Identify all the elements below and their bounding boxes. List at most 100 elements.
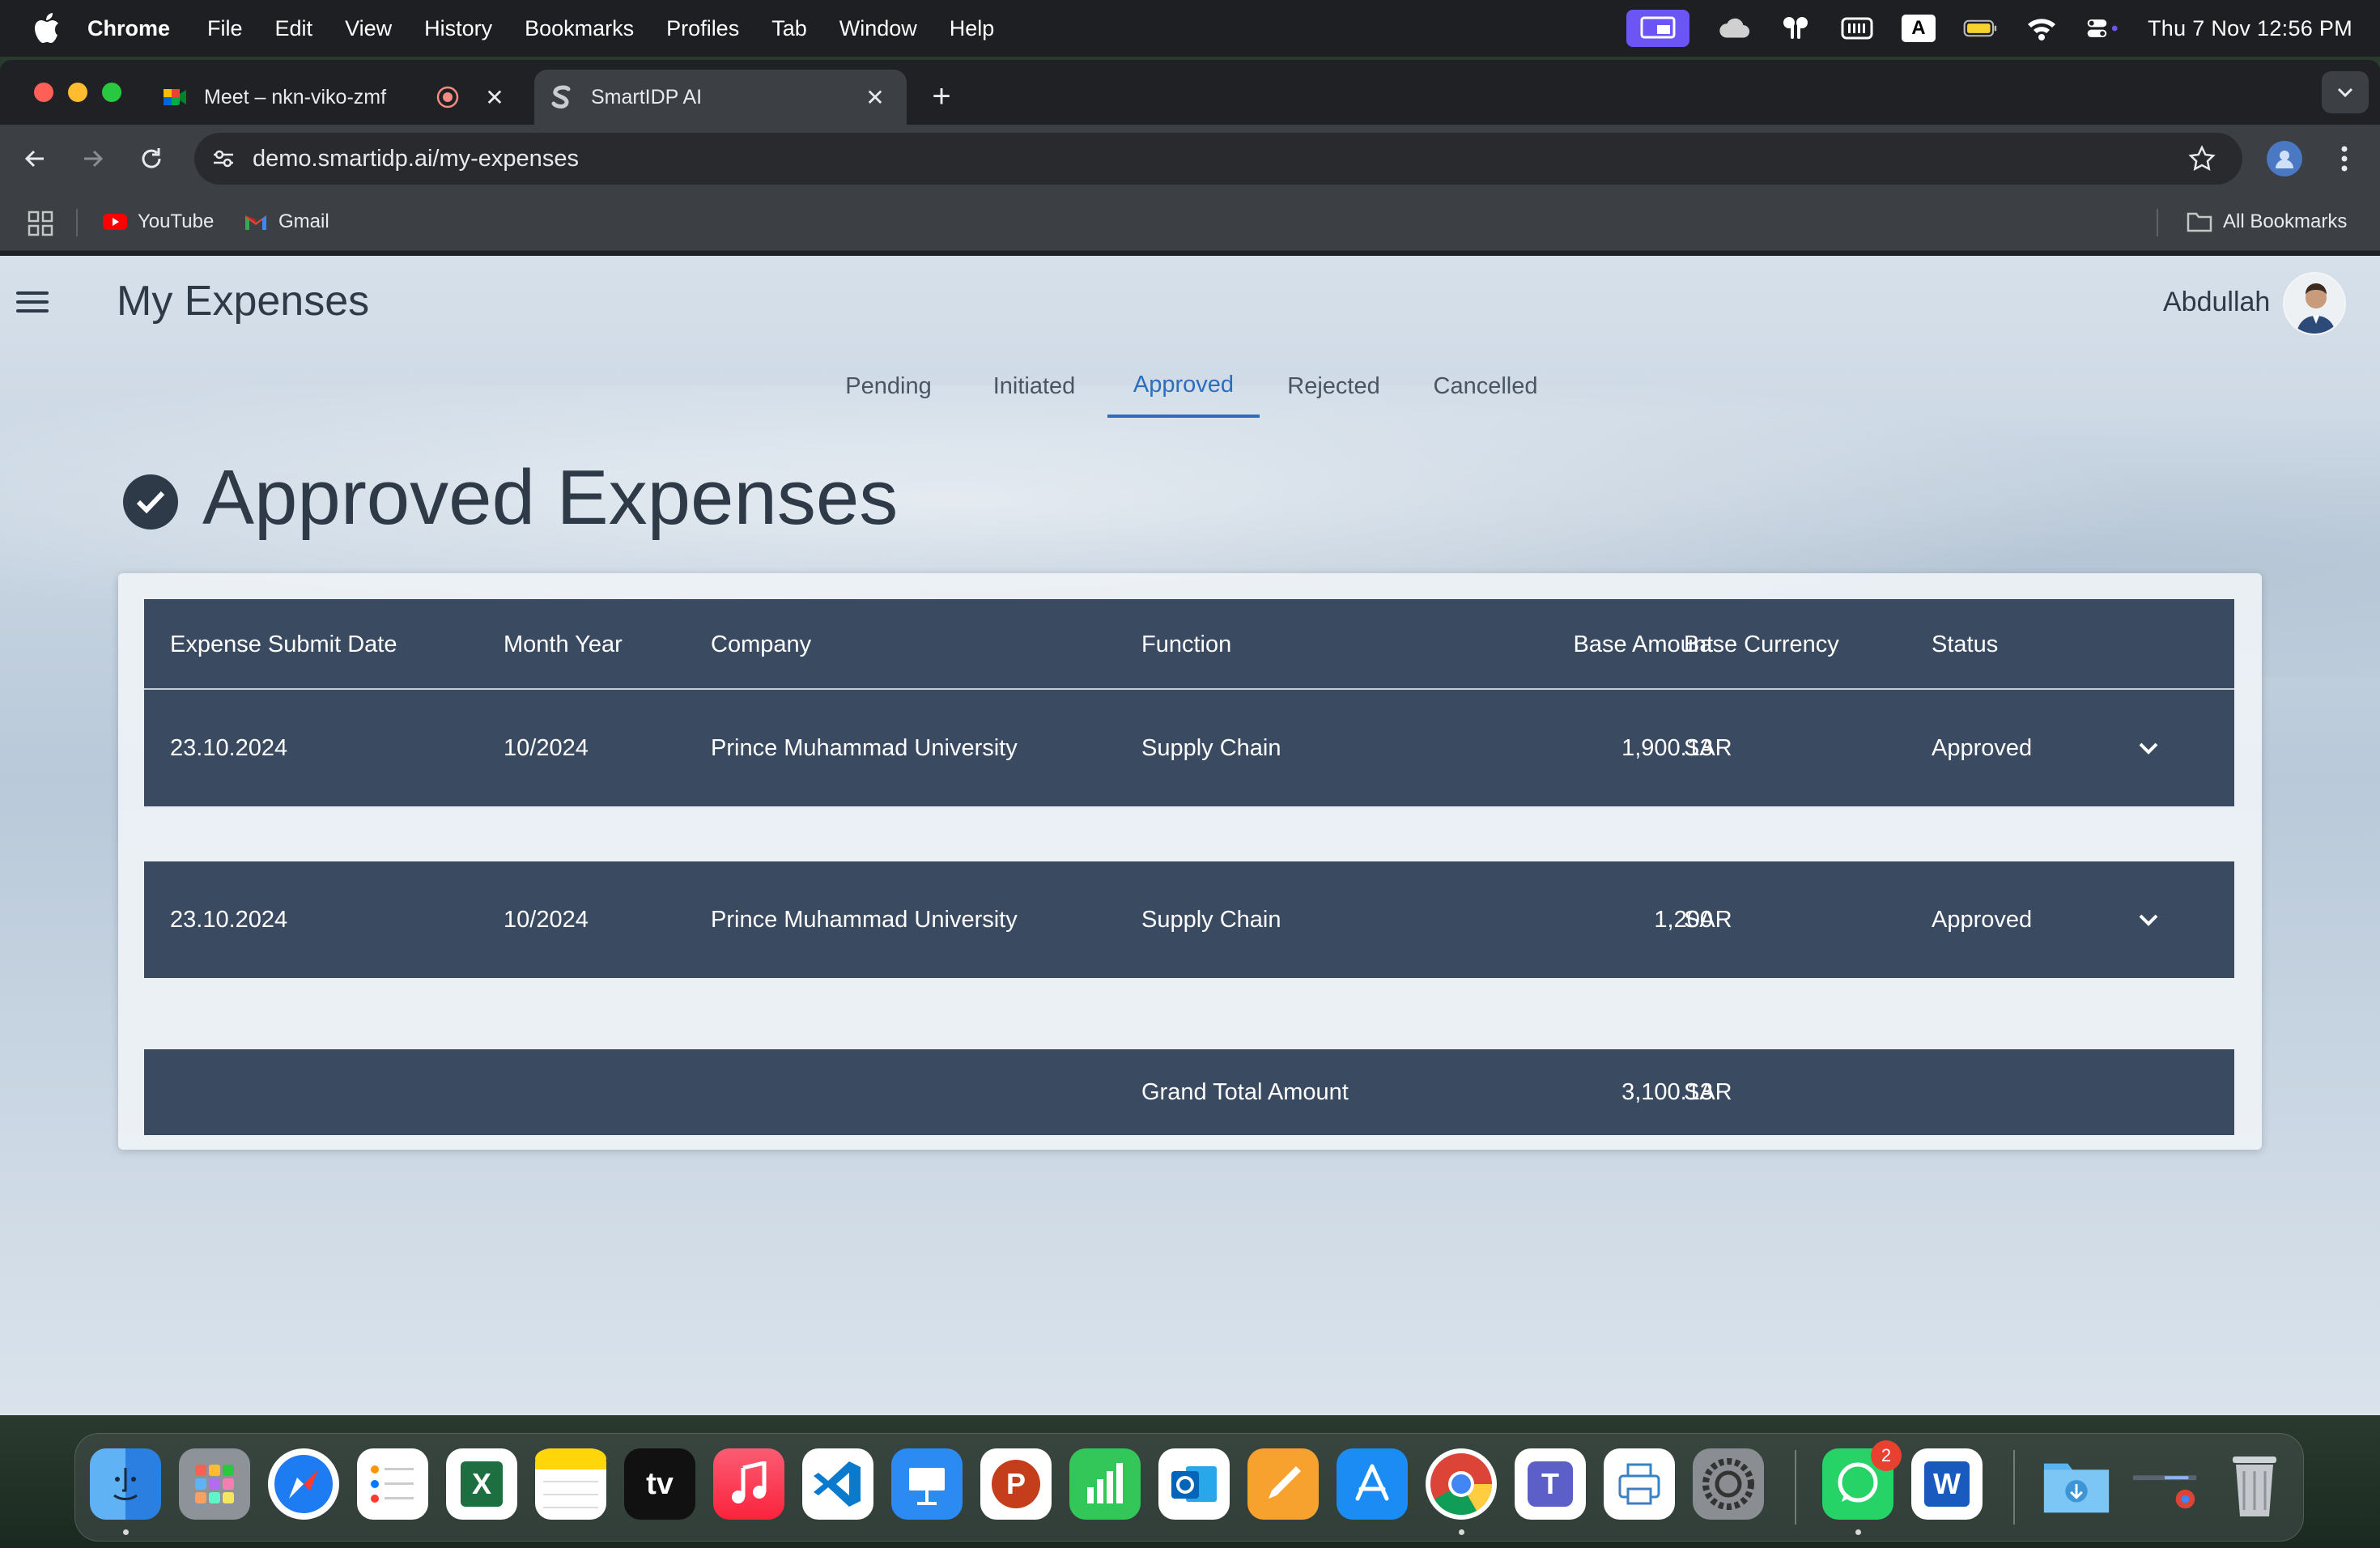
battery-icon[interactable]: [1963, 15, 1997, 42]
tab-search-button[interactable]: [2322, 71, 2369, 113]
downloads-folder-icon[interactable]: [2041, 1448, 2112, 1520]
chrome-icon[interactable]: [1426, 1448, 1497, 1520]
music-icon[interactable]: [713, 1448, 784, 1520]
user-name[interactable]: Abdullah: [2163, 287, 2270, 318]
keynote-icon[interactable]: [891, 1448, 963, 1520]
bookmark-gmail[interactable]: Gmail: [243, 207, 329, 236]
finder-icon[interactable]: [90, 1448, 161, 1520]
reload-button[interactable]: [133, 140, 170, 177]
chevron-down-icon: [2337, 87, 2353, 98]
tab-initiated[interactable]: Initiated: [980, 355, 1089, 418]
cell-base-currency: SAR: [1684, 906, 1732, 933]
bookmarks-bar: YouTube Gmail All Bookmarks: [0, 193, 2380, 251]
table-row[interactable]: 23.10.2024 10/2024 Prince Muhammad Unive…: [144, 690, 2234, 806]
vscode-icon[interactable]: [802, 1448, 873, 1520]
cell-submit-date: 23.10.2024: [170, 906, 288, 933]
numbers-icon[interactable]: [1069, 1448, 1141, 1520]
tab-rejected[interactable]: Rejected: [1279, 355, 1388, 418]
url-text[interactable]: demo.smartidp.ai/my-expenses: [253, 146, 579, 172]
outlook-icon[interactable]: [1158, 1448, 1230, 1520]
grand-total-currency: SAR: [1684, 1078, 1732, 1105]
cell-function: Supply Chain: [1141, 906, 1281, 933]
menu-tab[interactable]: Tab: [771, 16, 807, 41]
menu-history[interactable]: History: [424, 16, 492, 41]
close-window-button[interactable]: [34, 83, 53, 102]
tab-cancelled[interactable]: Cancelled: [1425, 355, 1546, 418]
whatsapp-icon[interactable]: 2: [1822, 1440, 1902, 1520]
header-status[interactable]: Status: [1932, 599, 1998, 690]
keyboard-input-icon[interactable]: A: [1901, 15, 1936, 42]
menu-bookmarks[interactable]: Bookmarks: [525, 16, 634, 41]
launchpad-icon[interactable]: [179, 1448, 250, 1520]
back-button[interactable]: [16, 140, 53, 177]
tab-smartidp[interactable]: SmartIDP AI ✕: [534, 70, 907, 125]
system-settings-icon[interactable]: [1693, 1448, 1764, 1520]
header-company[interactable]: Company: [711, 599, 811, 690]
chrome-window-thumbnail-icon[interactable]: [2130, 1448, 2201, 1520]
minimize-window-button[interactable]: [68, 83, 87, 102]
teams-icon[interactable]: T: [1515, 1448, 1586, 1520]
chrome-menu-icon[interactable]: [2328, 141, 2361, 176]
cell-submit-date: 23.10.2024: [170, 734, 288, 761]
cell-status: Approved: [1932, 906, 2033, 933]
all-bookmarks-button[interactable]: All Bookmarks: [2186, 207, 2347, 236]
teams-letter: T: [1528, 1461, 1573, 1507]
bookmark-star-icon[interactable]: [2184, 141, 2220, 176]
profile-avatar-icon[interactable]: [2267, 141, 2302, 176]
menu-window[interactable]: Window: [839, 16, 917, 41]
reminders-icon[interactable]: [357, 1448, 428, 1520]
forward-button[interactable]: [74, 140, 112, 177]
trash-icon[interactable]: [2219, 1448, 2290, 1520]
header-function[interactable]: Function: [1141, 599, 1231, 690]
airpods-icon[interactable]: [1779, 15, 1813, 42]
apps-grid-icon[interactable]: [28, 211, 53, 236]
menu-app-chrome[interactable]: Chrome: [87, 16, 170, 41]
macos-dock: X tv P T 2 W: [74, 1433, 2304, 1542]
menu-profiles[interactable]: Profiles: [666, 16, 739, 41]
tab-meet[interactable]: Meet – nkn-viko-zmf ✕: [146, 70, 526, 125]
close-tab-icon[interactable]: ✕: [482, 85, 507, 110]
close-tab-icon[interactable]: ✕: [863, 85, 887, 110]
powerpoint-icon[interactable]: P: [980, 1448, 1052, 1520]
safari-icon[interactable]: [268, 1448, 339, 1520]
menu-help[interactable]: Help: [950, 16, 995, 41]
apple-icon[interactable]: [31, 12, 63, 45]
hamburger-menu-icon[interactable]: [16, 288, 49, 316]
header-month-year[interactable]: Month Year: [504, 599, 623, 690]
header-base-currency[interactable]: Base Currency: [1684, 599, 1839, 690]
menubar-clock[interactable]: Thu 7 Nov 12:56 PM: [2148, 16, 2352, 41]
menu-view[interactable]: View: [345, 16, 392, 41]
new-tab-button[interactable]: +: [923, 78, 960, 115]
excel-letter: X: [461, 1461, 503, 1507]
battery-menu-icon[interactable]: [1840, 15, 1874, 42]
tab-pending[interactable]: Pending: [834, 355, 943, 418]
header-submit-date[interactable]: Expense Submit Date: [170, 599, 397, 690]
forward-arrow-icon: [84, 150, 104, 168]
notes-icon[interactable]: [535, 1448, 606, 1520]
chevron-down-icon[interactable]: [2137, 737, 2160, 759]
wifi-icon[interactable]: [2025, 15, 2059, 42]
apple-tv-icon[interactable]: tv: [624, 1448, 695, 1520]
word-icon[interactable]: W: [1911, 1448, 1983, 1520]
menu-file[interactable]: File: [207, 16, 243, 41]
printer-icon[interactable]: [1604, 1448, 1675, 1520]
tab-approved[interactable]: Approved: [1107, 355, 1260, 418]
icloud-icon[interactable]: [1717, 15, 1751, 42]
pages-icon[interactable]: [1247, 1448, 1319, 1520]
running-indicator: [1459, 1529, 1464, 1535]
menu-edit[interactable]: Edit: [275, 16, 313, 41]
excel-icon[interactable]: X: [446, 1448, 517, 1520]
table-row[interactable]: 23.10.2024 10/2024 Prince Muhammad Unive…: [144, 861, 2234, 978]
zoom-window-button[interactable]: [102, 83, 121, 102]
check-circle-icon: [123, 474, 178, 529]
control-center-icon[interactable]: [2086, 15, 2120, 42]
youtube-icon: [102, 211, 128, 233]
avatar[interactable]: [2283, 272, 2346, 335]
bookmark-youtube[interactable]: YouTube: [102, 207, 214, 236]
app-store-icon[interactable]: [1337, 1448, 1408, 1520]
site-info-icon[interactable]: [206, 141, 241, 176]
screen-share-icon[interactable]: [1626, 10, 1689, 47]
address-bar[interactable]: demo.smartidp.ai/my-expenses: [194, 133, 2242, 185]
cell-function: Supply Chain: [1141, 734, 1281, 761]
chevron-down-icon[interactable]: [2137, 908, 2160, 931]
